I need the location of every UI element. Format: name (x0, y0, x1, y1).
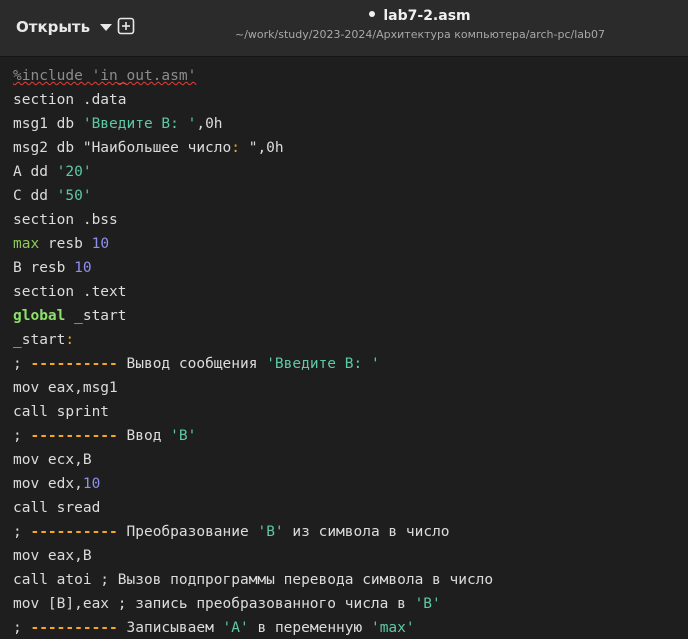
file-name: lab7-2.asm (383, 8, 471, 24)
code-line-10: section .text (13, 280, 127, 304)
open-button-label: Открыть (16, 18, 91, 36)
file-path: ~/work/study/2023-2024/Архитектура компь… (235, 28, 605, 41)
code-token: из символа в число (283, 524, 450, 540)
code-token: 10 (82, 476, 101, 492)
code-line-17: mov ecx,B (13, 448, 92, 472)
modified-indicator-icon (369, 11, 376, 17)
code-token: 10 (74, 260, 92, 276)
code-token: resb (39, 236, 92, 252)
code-token: в переменную (248, 620, 371, 636)
code-token: ,0h (196, 116, 223, 132)
code-token: ; (13, 524, 31, 540)
code-token: C dd (13, 188, 57, 204)
code-token: section .data (13, 92, 127, 108)
code-editor[interactable]: %include 'in_out.asm' section .data msg1… (0, 57, 688, 639)
code-token: ; (13, 356, 31, 372)
code-line-8: max resb 10 (13, 232, 109, 256)
code-token: : (65, 332, 75, 348)
code-token: 'max' (370, 620, 415, 636)
code-line-24: ; ---------- Записываем 'A' в переменную… (13, 616, 415, 639)
code-token: mov eax,B (13, 548, 92, 564)
code-token: : (231, 140, 240, 156)
code-token: Записываем (117, 620, 223, 636)
code-token: ---------- (30, 620, 118, 636)
header-bar: Открыть lab7-2.asm ~/work/study/2023-202… (0, 0, 688, 57)
code-token: ; (13, 428, 31, 444)
code-token: mov edx, (13, 476, 83, 492)
code-token: 'Введите B: ' (82, 116, 197, 132)
code-token: call sprint (13, 404, 110, 420)
code-token: ---------- (30, 428, 118, 444)
code-line-5: A dd '20' (13, 160, 92, 184)
code-token: 'B' (414, 596, 441, 612)
code-token: mov ecx,B (13, 452, 92, 468)
code-line-12: _start: (13, 328, 74, 352)
code-token: max (13, 236, 40, 252)
code-line-13: ; ---------- Вывод сообщения 'Введите B:… (13, 352, 380, 376)
code-token: ; (13, 620, 31, 636)
code-line-2: section .data (13, 88, 127, 112)
new-tab-button[interactable] (117, 17, 135, 35)
code-line-7: section .bss (13, 208, 118, 232)
code-token: %include 'in_out.asm' (13, 68, 197, 84)
code-line-11: global _start (13, 304, 127, 328)
code-line-16: ; ---------- Ввод 'B' (13, 424, 196, 448)
code-line-19: call sread (13, 496, 100, 520)
file-title: lab7-2.asm (200, 8, 640, 24)
window-title: lab7-2.asm ~/work/study/2023-2024/Архите… (200, 8, 640, 41)
code-token: A dd (13, 164, 57, 180)
code-line-14: mov eax,msg1 (13, 376, 118, 400)
code-token: mov eax,msg1 (13, 380, 118, 396)
code-token: section .text (13, 284, 127, 300)
code-token: ---------- (30, 356, 118, 372)
code-token: _start (13, 332, 66, 348)
code-token: section .bss (13, 212, 118, 228)
code-token: ",0h (239, 140, 284, 156)
code-token: _start (65, 308, 127, 324)
code-line-9: B resb 10 (13, 256, 92, 280)
code-line-20: ; ---------- Преобразование 'B' из симво… (13, 520, 450, 544)
code-token: msg2 db "Наибольшее число (13, 140, 232, 156)
new-document-icon (117, 17, 135, 35)
code-token: '50' (56, 188, 92, 204)
code-token: B resb (13, 260, 75, 276)
code-token: 'Введите B: ' (266, 356, 380, 372)
code-token: Преобразование (117, 524, 258, 540)
code-token: '20' (56, 164, 92, 180)
code-token: 'B' (257, 524, 284, 540)
code-line-23: mov [B],eax ; запись преобразованного чи… (13, 592, 441, 616)
open-button[interactable]: Открыть (4, 10, 113, 44)
code-line-4: msg2 db "Наибольшее число: ",0h (13, 136, 284, 160)
code-token: Ввод (117, 428, 171, 444)
code-token: ---------- (30, 524, 118, 540)
code-line-3: msg1 db 'Введите B: ',0h (13, 112, 223, 136)
code-line-21: mov eax,B (13, 544, 92, 568)
code-token: mov [B],eax ; запись преобразованного чи… (13, 596, 415, 612)
code-token: 'B' (170, 428, 197, 444)
code-token: call sread (13, 500, 101, 516)
code-token: global (13, 308, 66, 324)
code-line-18: mov edx,10 (13, 472, 100, 496)
code-token: 10 (91, 236, 110, 252)
code-line-15: call sprint (13, 400, 109, 424)
code-token: call atoi ; Вызов подпрограммы перевода … (13, 572, 494, 588)
code-token: 'A' (222, 620, 249, 636)
code-line-6: C dd '50' (13, 184, 92, 208)
code-line-22: call atoi ; Вызов подпрограммы перевода … (13, 568, 493, 592)
code-line-1: %include 'in_out.asm' (13, 64, 196, 88)
code-token: Вывод сообщения (117, 356, 267, 372)
code-token: msg1 db (13, 116, 83, 132)
chevron-down-icon (100, 23, 113, 31)
